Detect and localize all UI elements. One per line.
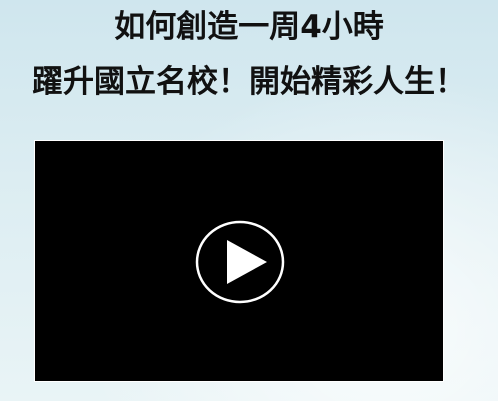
play-circle-icon[interactable] xyxy=(195,220,285,304)
headline-line-1: 如何創造一周4小時 xyxy=(114,9,384,45)
video-player[interactable] xyxy=(34,140,444,382)
headline-line-2: 躍升國立名校！開始精彩人生！ xyxy=(32,64,466,100)
